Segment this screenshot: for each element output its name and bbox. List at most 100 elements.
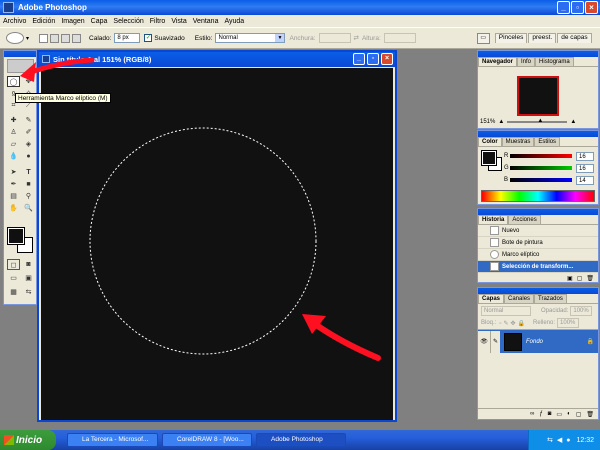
hand-tool-icon[interactable]: ✋ [7, 203, 20, 214]
path-selection-tool-icon[interactable]: ➤ [7, 167, 20, 178]
ellipse-marquee-preset-icon[interactable] [6, 32, 24, 44]
doc-maximize-button[interactable]: ▫ [367, 53, 379, 65]
zoom-slider-thumb-icon[interactable]: ▲ [537, 118, 543, 124]
layer-row-fondo[interactable]: 👁 ✎ Fondo 🔒 [478, 329, 598, 353]
healing-brush-tool-icon[interactable]: ✚ [7, 115, 20, 126]
palette-well-tab-brushes[interactable]: Pinceles [494, 33, 528, 43]
new-selection-icon[interactable] [39, 33, 49, 43]
type-tool-icon[interactable]: T [22, 167, 35, 178]
palette-well-tab-layer-comps[interactable]: de capas [557, 33, 592, 43]
visibility-eye-icon[interactable]: 👁 [478, 330, 490, 353]
minimize-button[interactable]: _ [557, 1, 570, 14]
quick-mask-icon[interactable]: ◙ [22, 259, 35, 270]
history-item[interactable]: Bote de pintura [478, 237, 598, 249]
close-button[interactable]: × [585, 1, 598, 14]
document-title-bar[interactable]: Sin título-1 al 151% (RGB/8) _ ▫ × [39, 52, 395, 67]
feather-input[interactable]: 8 px [114, 33, 141, 43]
document-canvas[interactable] [41, 68, 393, 420]
lock-icons[interactable]: ▫✎✥🔒 [499, 320, 527, 327]
tab-histograma[interactable]: Histograma [535, 57, 574, 66]
history-item-selected[interactable]: Selección de transform... [478, 261, 598, 273]
tab-historia[interactable]: Historia [478, 215, 509, 224]
intersect-selection-icon[interactable] [72, 33, 82, 43]
link-layers-icon[interactable]: ∞ [530, 411, 534, 417]
task-coreldraw[interactable]: CorelDRAW 8 - [Woo... [162, 433, 252, 447]
slider-b[interactable] [510, 178, 572, 182]
navigator-view-box[interactable] [517, 76, 559, 116]
screen-mode-standard-icon[interactable]: ▭ [7, 273, 20, 284]
maximize-button[interactable]: ▫ [571, 1, 584, 14]
history-item[interactable]: Nuevo [478, 225, 598, 237]
input-r[interactable]: 16 [576, 151, 594, 161]
add-selection-icon[interactable] [50, 33, 60, 43]
zoom-slider[interactable]: ▲ [507, 118, 568, 124]
foreground-color-swatch[interactable] [7, 227, 25, 245]
tab-capas[interactable]: Capas [478, 294, 505, 303]
tab-estilos[interactable]: Estilos [534, 137, 561, 146]
history-brush-tool-icon[interactable]: ✐ [22, 127, 35, 138]
screen-mode-full-icon[interactable]: ▣ [22, 273, 35, 284]
menu-ayuda[interactable]: Ayuda [224, 18, 244, 25]
doc-minimize-button[interactable]: _ [353, 53, 365, 65]
paint-bucket-tool-icon[interactable]: ◈ [22, 139, 35, 150]
tray-network-icon[interactable]: ⇆ [547, 436, 553, 444]
slider-r[interactable] [510, 154, 572, 158]
slider-g[interactable] [510, 166, 572, 170]
new-set-icon[interactable]: ▭ [556, 411, 562, 418]
layer-mask-icon[interactable]: ◙ [548, 411, 552, 417]
input-b[interactable]: 14 [576, 175, 594, 185]
tab-info[interactable]: Info [517, 57, 536, 66]
menu-vista[interactable]: Vista [171, 18, 186, 25]
doc-close-button[interactable]: × [381, 53, 393, 65]
zoom-out-icon[interactable]: ▲ [498, 119, 504, 125]
subtract-selection-icon[interactable] [61, 33, 71, 43]
brush-link-icon[interactable]: ✎ [490, 330, 500, 353]
elliptical-selection[interactable] [89, 127, 317, 355]
history-item[interactable]: Marco elíptico [478, 249, 598, 261]
pen-tool-icon[interactable]: ✒ [7, 179, 20, 190]
zoom-in-icon[interactable]: ▲ [570, 119, 576, 125]
rectangle-tool-icon[interactable]: ■ [22, 179, 35, 190]
clone-stamp-tool-icon[interactable]: ♙ [7, 127, 20, 138]
antialias-checkbox[interactable]: ✓ [144, 34, 153, 42]
standard-mode-icon[interactable]: ◻ [7, 259, 20, 270]
eyedropper-tool-icon[interactable]: ⚲ [22, 191, 35, 202]
tab-acciones[interactable]: Acciones [508, 215, 541, 224]
tab-navegador[interactable]: Navegador [478, 57, 518, 66]
tab-color[interactable]: Color [478, 137, 502, 146]
menu-capa[interactable]: Capa [91, 18, 108, 25]
color-fg-swatch[interactable] [481, 150, 497, 166]
new-document-from-state-icon[interactable]: ▣ [567, 275, 573, 282]
fill-input[interactable]: 100% [557, 318, 580, 328]
tab-canales[interactable]: Canales [504, 294, 535, 303]
menu-ventana[interactable]: Ventana [193, 18, 219, 25]
elliptical-marquee-tool-icon[interactable]: ◯ [7, 76, 20, 87]
tray-volume-icon[interactable]: ◀ [557, 436, 562, 444]
task-adobe-photoshop[interactable]: Adobe Photoshop [256, 433, 346, 447]
menu-seleccion[interactable]: Selección [113, 18, 143, 25]
style-select[interactable]: Normal ▼ [215, 33, 286, 43]
menu-edicion[interactable]: Edición [32, 18, 55, 25]
file-browser-icon[interactable]: ▭ [476, 32, 490, 44]
eraser-tool-icon[interactable]: ▱ [7, 139, 20, 150]
color-spectrum-bar[interactable] [481, 190, 595, 202]
task-la-tercera[interactable]: La Tercera - Microsof... [67, 433, 158, 447]
blur-tool-icon[interactable]: 💧 [7, 151, 20, 162]
zoom-tool-icon[interactable]: 🔍 [22, 203, 35, 214]
palette-well-tab-presets[interactable]: preest. [528, 33, 557, 43]
opacity-input[interactable]: 100% [570, 305, 593, 316]
tab-trazados[interactable]: Trazados [534, 294, 567, 303]
dodge-tool-icon[interactable]: ● [22, 151, 35, 162]
tab-muestras[interactable]: Muestras [501, 137, 535, 146]
move-tool-icon[interactable]: ✥ [22, 76, 35, 87]
toolbox-title-bar[interactable] [4, 51, 36, 57]
layer-style-icon[interactable]: ƒ [539, 411, 542, 417]
brush-tool-icon[interactable]: ✎ [22, 115, 35, 126]
blend-mode-select[interactable]: Normal [481, 305, 531, 316]
adjustment-layer-icon[interactable]: ◐ [567, 411, 571, 417]
menu-imagen[interactable]: Imagen [61, 18, 84, 25]
new-layer-icon[interactable]: ▢ [576, 411, 582, 418]
menu-filtro[interactable]: Filtro [150, 18, 166, 25]
imageready-icon[interactable]: ⇆ [22, 287, 35, 298]
menu-archivo[interactable]: Archivo [3, 18, 26, 25]
